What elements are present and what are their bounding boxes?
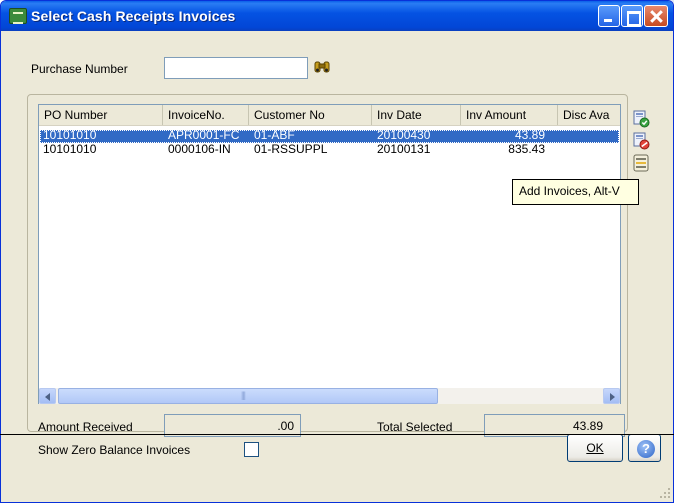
cell-po-number: 10101010 — [43, 128, 97, 142]
cell-invoice-no: 0000106-IN — [168, 142, 231, 156]
cell-customer-no: 01-RSSUPPL — [254, 142, 328, 156]
remove-invoices-icon[interactable] — [632, 132, 650, 150]
minimize-button[interactable] — [598, 5, 620, 27]
scroll-thumb[interactable] — [58, 388, 438, 404]
ok-button[interactable]: OK — [567, 434, 623, 462]
maximize-button[interactable] — [621, 5, 643, 27]
cell-inv-date: 20100131 — [377, 142, 431, 156]
horizontal-scrollbar[interactable] — [39, 388, 620, 404]
scroll-left-button[interactable] — [39, 388, 56, 404]
window-title: Select Cash Receipts Invoices — [31, 8, 236, 24]
help-button[interactable]: ? — [628, 434, 661, 462]
cell-inv-date: 20100430 — [377, 128, 431, 142]
total-selected-label: Total Selected — [377, 420, 453, 434]
column-header-po-number[interactable]: PO Number — [39, 105, 163, 125]
select-all-icon[interactable] — [632, 154, 650, 172]
column-header-inv-amount[interactable]: Inv Amount — [461, 105, 558, 125]
column-header-disc-avail[interactable]: Disc Ava — [558, 105, 622, 125]
invoices-grid[interactable]: PO Number InvoiceNo. Customer No Inv Dat… — [38, 104, 621, 404]
add-invoices-tooltip: Add Invoices, Alt-V — [512, 179, 639, 205]
cell-inv-amount: 835.43 — [508, 142, 545, 156]
purchase-number-input[interactable] — [164, 57, 308, 79]
amount-received-label: Amount Received — [38, 420, 133, 434]
grid-header: PO Number InvoiceNo. Customer No Inv Dat… — [39, 105, 620, 126]
scroll-right-button[interactable] — [603, 388, 620, 404]
help-icon: ? — [637, 440, 655, 458]
cell-invoice-no: APR0001-FC — [168, 128, 240, 142]
background-divider-line — [0, 434, 674, 435]
column-header-invoice-no[interactable]: InvoiceNo. — [163, 105, 249, 125]
close-button[interactable] — [644, 5, 668, 27]
title-bar[interactable]: Select Cash Receipts Invoices — [1, 1, 673, 31]
add-invoices-icon[interactable] — [632, 110, 650, 128]
show-zero-balance-checkbox[interactable] — [244, 442, 259, 457]
resize-grip-icon[interactable] — [659, 485, 671, 499]
ok-button-label: OK — [586, 441, 604, 455]
purchase-number-label: Purchase Number — [31, 62, 128, 76]
column-header-inv-date[interactable]: Inv Date — [372, 105, 461, 125]
binoculars-lookup-icon[interactable] — [314, 60, 330, 74]
cell-customer-no: 01-ABF — [254, 128, 295, 142]
table-row[interactable]: 10101010 0000106-IN 01-RSSUPPL 20100131 … — [40, 142, 619, 157]
cell-inv-amount: 43.89 — [514, 128, 545, 142]
app-icon — [9, 8, 27, 24]
select-cash-receipts-invoices-dialog: Select Cash Receipts Invoices Purchase N… — [0, 0, 674, 503]
cell-po-number: 10101010 — [43, 142, 97, 156]
show-zero-balance-label: Show Zero Balance Invoices — [38, 443, 191, 457]
column-header-customer-no[interactable]: Customer No — [249, 105, 372, 125]
